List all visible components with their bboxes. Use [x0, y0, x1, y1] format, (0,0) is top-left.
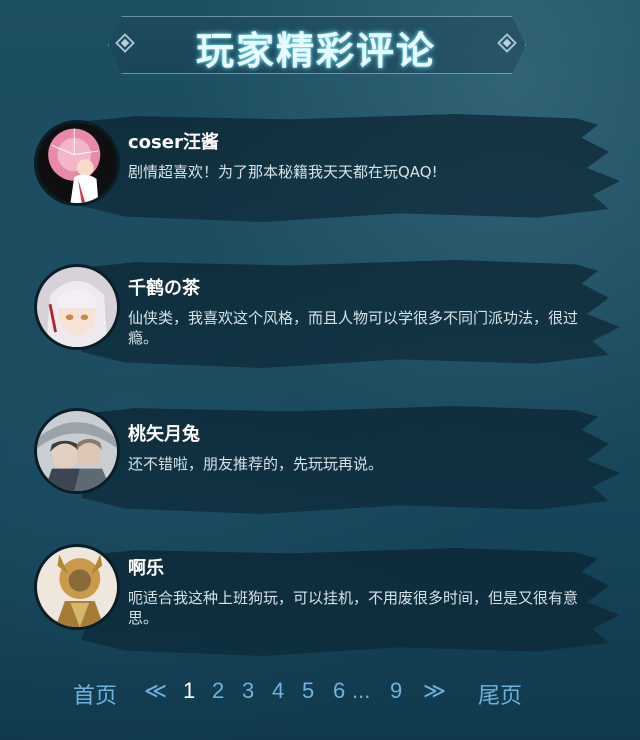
page-link-5[interactable]: 5 [302, 678, 314, 704]
comment-text: 还不错啦，朋友推荐的，先玩玩再说。 [128, 455, 384, 473]
page-link-2[interactable]: 2 [212, 678, 224, 704]
avatar-image-icon [37, 411, 117, 491]
prev-page-button[interactable]: ≪ [144, 678, 167, 704]
username: coser汪酱 [128, 132, 219, 153]
avatar-image-icon [37, 547, 117, 627]
comment-item: coser汪酱 剧情超喜欢！为了那本秘籍我天天都在玩QAQ! [0, 106, 640, 226]
next-page-button[interactable]: ≫ [423, 678, 446, 704]
avatar-image-icon [37, 123, 117, 203]
comment-text: 呃适合我这种上班狗玩，可以挂机，不用废很多时间，但是又很有意思。 [128, 589, 579, 627]
page-ellipsis: ... [352, 678, 371, 703]
avatar[interactable] [34, 408, 120, 494]
pagination: 首页 ≪ 1 2 3 4 5 6 ... 9 ≫ 尾页 [0, 678, 640, 708]
avatar[interactable] [34, 120, 120, 206]
last-page-link[interactable]: 尾页 [478, 678, 522, 710]
username: 啊乐 [128, 558, 164, 579]
page-link-3[interactable]: 3 [242, 678, 254, 704]
avatar[interactable] [34, 264, 120, 350]
avatar[interactable] [34, 544, 120, 630]
comment-item: 桃矢月兔 还不错啦，朋友推荐的，先玩玩再说。 [0, 398, 640, 518]
section-header: 玩家精彩评论 [108, 14, 524, 74]
comment-text: 仙侠类，我喜欢这个风格，而且人物可以学很多不同门派功法，很过瘾。 [128, 309, 579, 347]
username: 桃矢月兔 [128, 424, 200, 445]
page-link-6[interactable]: 6 [333, 678, 345, 704]
page-link-1[interactable]: 1 [183, 678, 195, 704]
comment-text: 剧情超喜欢！为了那本秘籍我天天都在玩QAQ! [128, 163, 438, 181]
username: 千鹤の茶 [128, 278, 200, 299]
first-page-link[interactable]: 首页 [73, 678, 117, 710]
page-link-4[interactable]: 4 [272, 678, 284, 704]
comment-item: 千鹤の茶 仙侠类，我喜欢这个风格，而且人物可以学很多不同门派功法，很过瘾。 [0, 252, 640, 372]
page-title: 玩家精彩评论 [195, 29, 436, 73]
avatar-image-icon [37, 267, 117, 347]
comment-item: 啊乐 呃适合我这种上班狗玩，可以挂机，不用废很多时间，但是又很有意思。 [0, 540, 640, 660]
page-link-last-number[interactable]: 9 [390, 678, 402, 704]
